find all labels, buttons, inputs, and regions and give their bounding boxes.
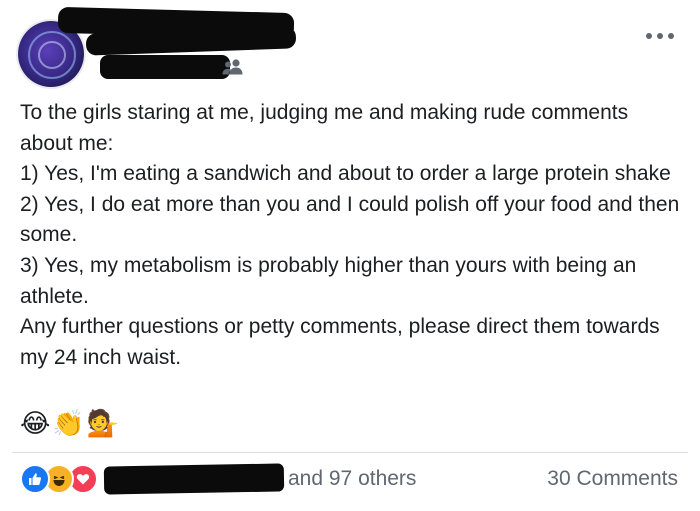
- post-body: To the girls staring at me, judging me a…: [20, 98, 680, 373]
- footer-divider: [12, 452, 688, 453]
- avatar-inner-ring: [38, 41, 66, 69]
- dot: [668, 33, 674, 39]
- facebook-post: To the girls staring at me, judging me a…: [0, 0, 700, 511]
- reaction-icons[interactable]: [20, 464, 98, 494]
- reactions-count[interactable]: and 97 others: [288, 466, 416, 492]
- comments-count[interactable]: 30 Comments: [547, 466, 678, 492]
- tears-of-joy-emoji: 😂: [20, 409, 51, 439]
- person-tipping-hand-emoji: 💁: [86, 409, 120, 439]
- redacted-reactor-names: [103, 463, 285, 495]
- more-options-icon[interactable]: [646, 30, 676, 40]
- dot: [657, 33, 663, 39]
- post-line: 2) Yes, I do eat more than you and I cou…: [20, 192, 680, 247]
- dot: [646, 33, 652, 39]
- friends-icon[interactable]: [222, 57, 244, 77]
- post-line: 1) Yes, I'm eating a sandwich and about …: [20, 162, 671, 186]
- clapping-hands-emoji: 👏: [52, 409, 85, 439]
- like-icon: [20, 464, 50, 494]
- post-line: 3) Yes, my metabolism is probably higher…: [20, 253, 637, 308]
- emoji-row: 😂 👏 💁: [20, 408, 119, 440]
- post-line: To the girls staring at me, judging me a…: [20, 101, 629, 155]
- redacted-post-timestamp: [100, 55, 230, 79]
- post-line: Any further questions or petty comments,…: [20, 315, 660, 369]
